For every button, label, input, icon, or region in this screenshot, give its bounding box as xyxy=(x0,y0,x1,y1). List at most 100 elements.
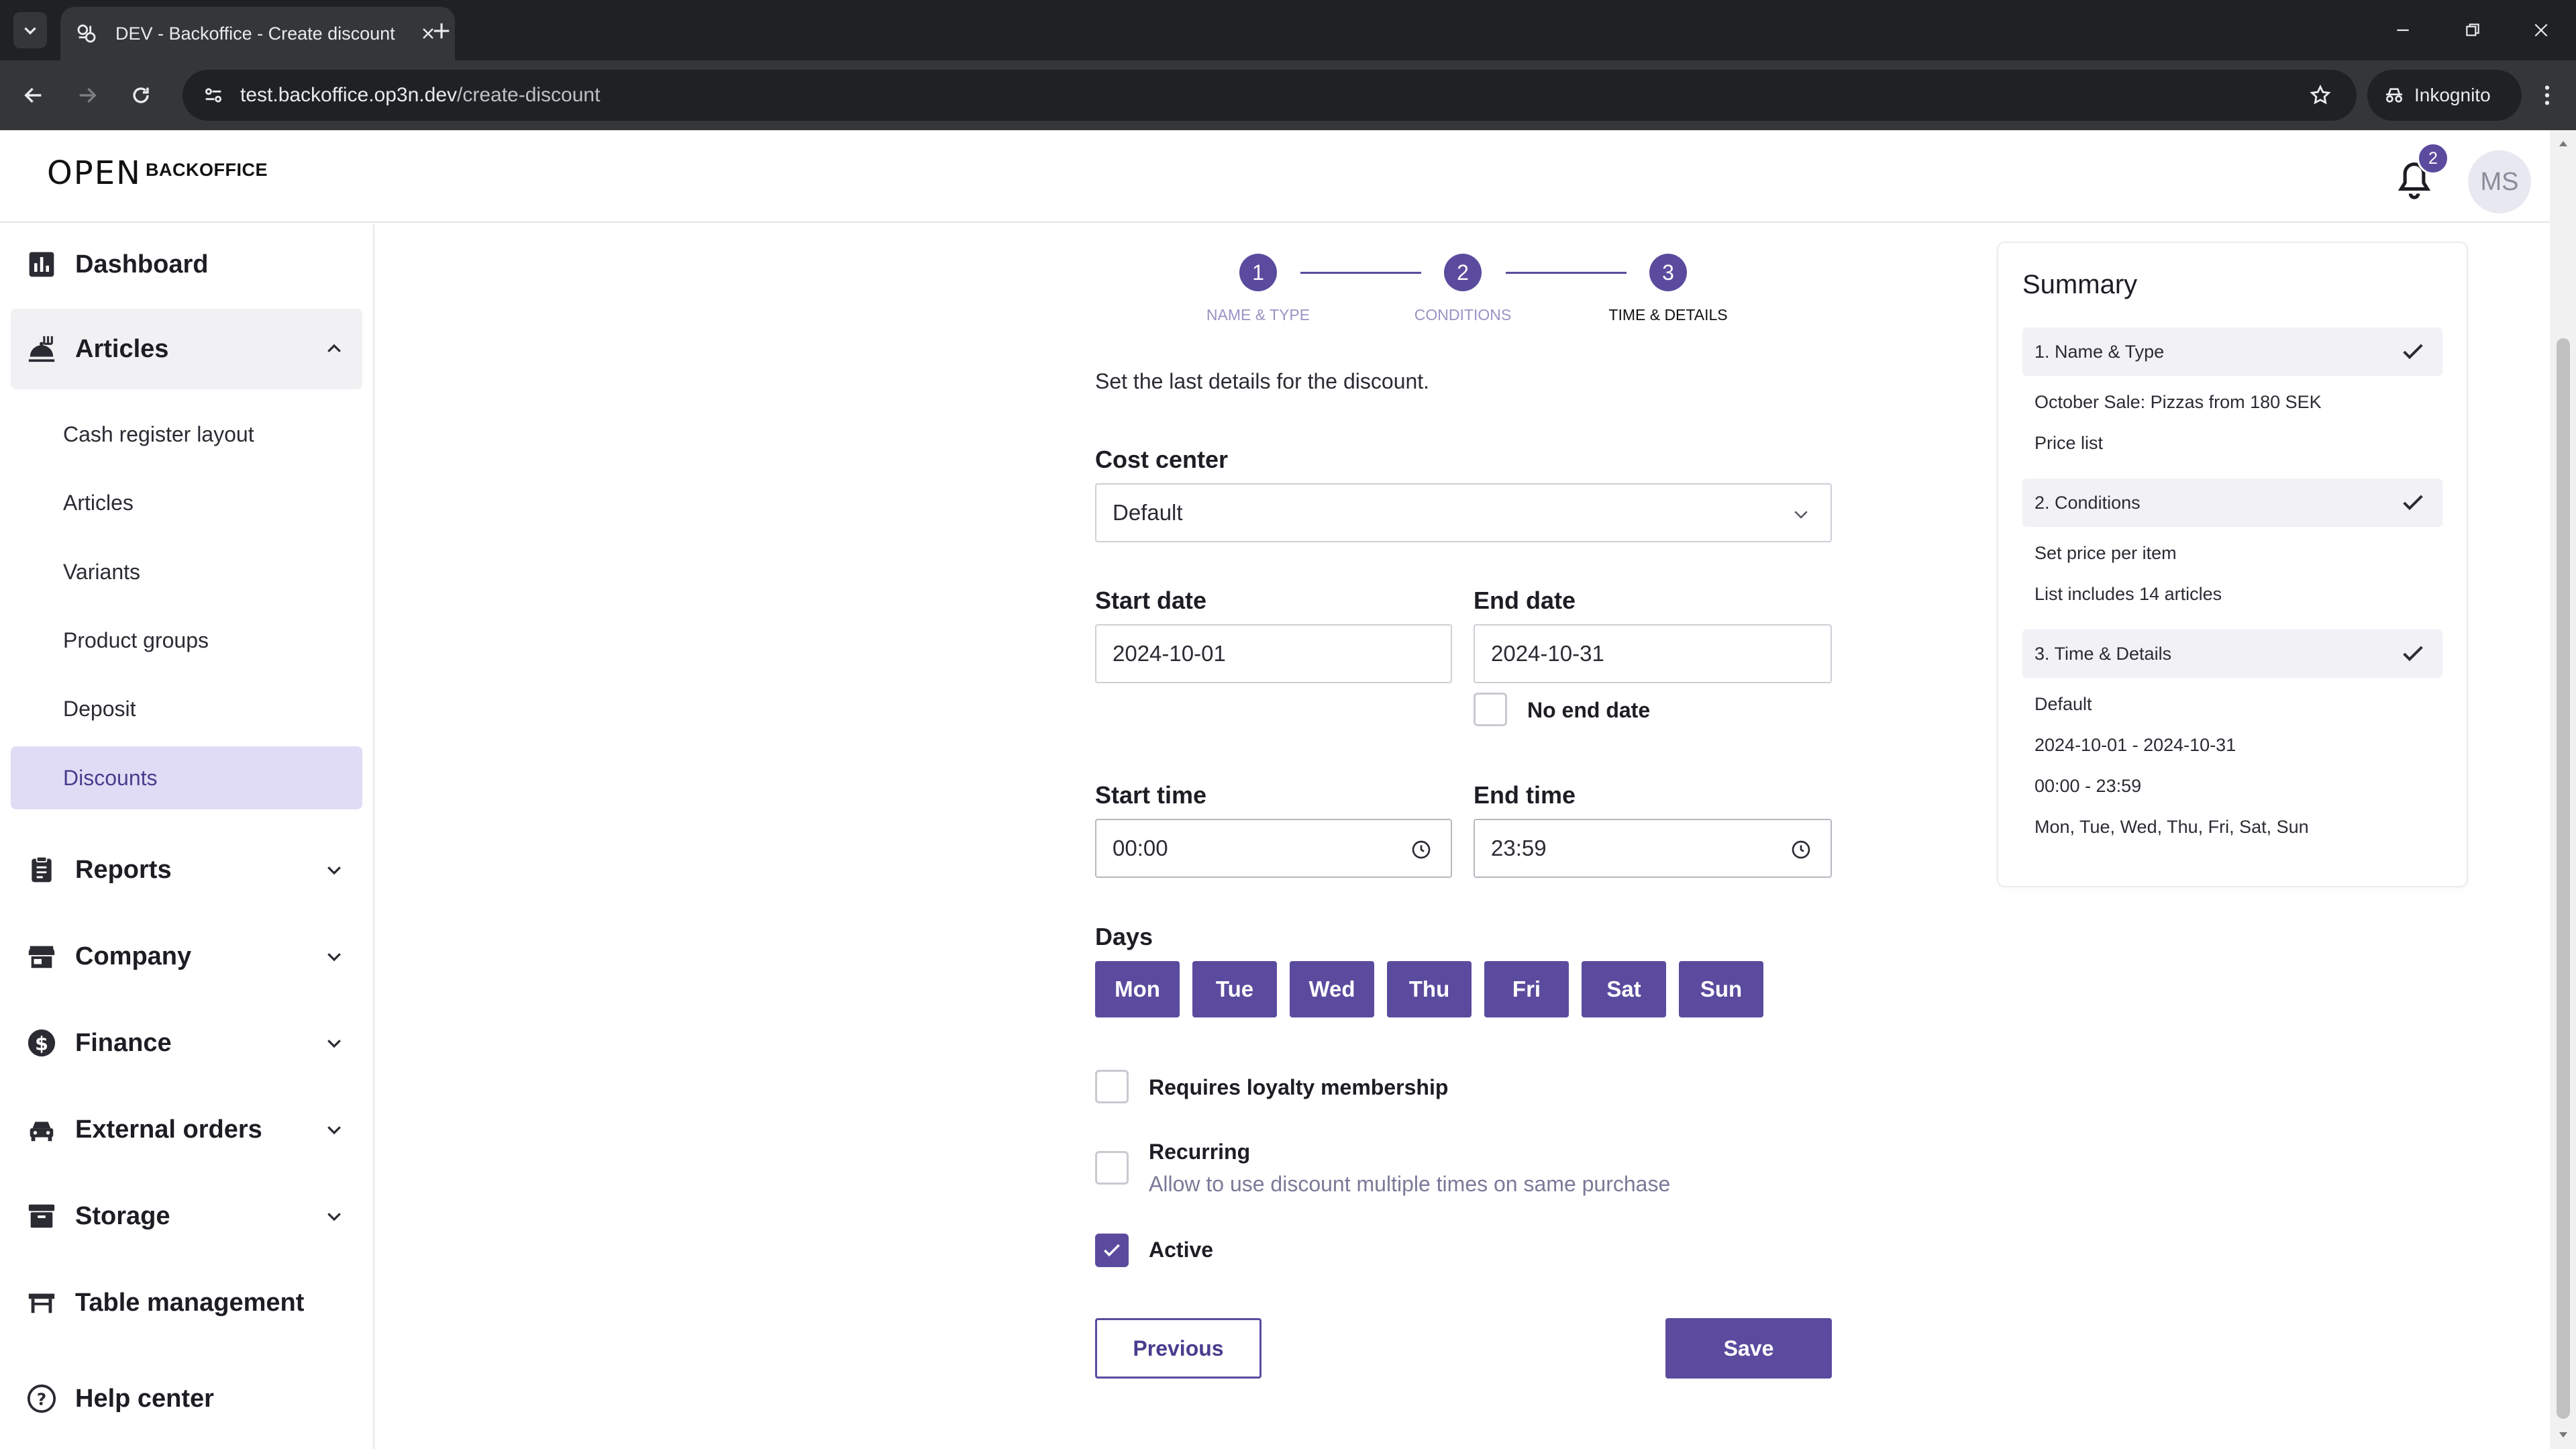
previous-button[interactable]: Previous xyxy=(1095,1318,1261,1379)
bookmark-star-icon[interactable] xyxy=(2303,78,2338,113)
sidebar-item-company[interactable]: Company xyxy=(11,916,362,997)
form-intro: Set the last details for the discount. xyxy=(1095,369,1430,393)
sidebar-item-label: Storage xyxy=(75,1201,170,1230)
chevron-up-icon xyxy=(321,336,348,362)
sidebar-subitem-deposit[interactable]: Deposit xyxy=(11,677,362,740)
table-furniture-icon xyxy=(25,1287,58,1319)
sidebar-subitem-discounts[interactable]: Discounts xyxy=(11,746,362,809)
end-date-value: 2024-10-31 xyxy=(1491,641,1604,666)
address-bar[interactable]: test.backoffice.op3n.dev/create-discount xyxy=(183,70,2357,121)
summary-section-heading: 3. Time & Details xyxy=(2034,643,2172,664)
recurring-checkbox[interactable] xyxy=(1095,1151,1129,1185)
notification-badge: 2 xyxy=(2417,142,2449,174)
site-info-icon[interactable] xyxy=(193,75,234,115)
sidebar-item-dashboard[interactable]: Dashboard xyxy=(11,224,362,305)
sidebar-item-external-orders[interactable]: External orders xyxy=(11,1089,362,1170)
incognito-badge[interactable]: Inkognito xyxy=(2367,70,2522,121)
sidebar-item-label: Company xyxy=(75,942,192,970)
start-date-label: Start date xyxy=(1095,587,1207,614)
new-tab-plus-icon[interactable] xyxy=(427,16,456,46)
reload-icon[interactable] xyxy=(123,78,158,113)
day-toggle-mon[interactable]: Mon xyxy=(1095,961,1180,1017)
browser-menu-icon[interactable] xyxy=(2530,78,2565,113)
save-button[interactable]: Save xyxy=(1665,1318,1832,1379)
sidebar-item-label: Table management xyxy=(75,1288,305,1317)
sidebar-item-reports[interactable]: Reports xyxy=(11,830,362,910)
avatar[interactable]: MS xyxy=(2468,150,2531,213)
start-date-value: 2024-10-01 xyxy=(1113,641,1226,666)
active-checkbox[interactable] xyxy=(1095,1234,1129,1267)
favicon-icon xyxy=(77,24,96,43)
step-1-label: NAME & TYPE xyxy=(1206,306,1310,323)
svg-text:$: $ xyxy=(35,1032,48,1055)
back-arrow-icon[interactable] xyxy=(16,78,51,113)
page-scrollbar[interactable] xyxy=(2550,130,2576,1449)
url-text: test.backoffice.op3n.dev/create-discount xyxy=(240,84,600,107)
sidebar-subitem-variants[interactable]: Variants xyxy=(11,540,362,603)
sidebar-item-table-management[interactable]: Table management xyxy=(11,1262,362,1343)
browser-tab-bar: DEV - Backoffice - Create discount xyxy=(0,0,2576,60)
archive-box-icon xyxy=(25,1200,58,1232)
step-1-circle[interactable]: 1 xyxy=(1239,254,1277,291)
start-time-label: Start time xyxy=(1095,781,1207,809)
logo[interactable]: OPEN BACKOFFICE xyxy=(47,157,268,189)
summary-line: Price list xyxy=(2034,433,2104,453)
chevron-down-icon xyxy=(321,1030,348,1056)
tab-search-button[interactable] xyxy=(13,12,47,48)
cost-center-select[interactable]: Default xyxy=(1095,483,1832,542)
restore-icon[interactable] xyxy=(2449,13,2496,47)
day-toggle-thu[interactable]: Thu xyxy=(1387,961,1472,1017)
end-date-input[interactable]: 2024-10-31 xyxy=(1474,624,1832,683)
step-2-label: CONDITIONS xyxy=(1414,306,1512,323)
incognito-icon xyxy=(2386,88,2402,103)
browser-tab-active[interactable]: DEV - Backoffice - Create discount xyxy=(60,7,455,60)
scroll-down-icon[interactable] xyxy=(2555,1427,2571,1443)
no-end-date-checkbox[interactable] xyxy=(1474,693,1507,726)
summary-section-conditions: 2. Conditions xyxy=(2022,479,2442,527)
sidebar-item-finance[interactable]: $ Finance xyxy=(11,1003,362,1083)
days-toggle-group: Mon Tue Wed Thu Fri Sat Sun xyxy=(1095,961,1763,1017)
days-label: Days xyxy=(1095,923,1153,950)
window-close-icon[interactable] xyxy=(2518,13,2565,47)
cost-center-label: Cost center xyxy=(1095,446,1229,473)
clock-icon[interactable] xyxy=(1789,838,1813,862)
day-toggle-sat[interactable]: Sat xyxy=(1582,961,1666,1017)
chevron-down-icon xyxy=(321,943,348,970)
svg-text:?: ? xyxy=(37,1390,46,1409)
sidebar-item-storage[interactable]: Storage xyxy=(11,1176,362,1256)
day-toggle-sun[interactable]: Sun xyxy=(1679,961,1763,1017)
sidebar-subitem-articles[interactable]: Articles xyxy=(11,471,362,534)
summary-line: October Sale: Pizzas from 180 SEK xyxy=(2034,392,2322,412)
day-toggle-fri[interactable]: Fri xyxy=(1484,961,1569,1017)
step-3-circle[interactable]: 3 xyxy=(1649,254,1687,291)
clock-icon[interactable] xyxy=(1409,838,1433,862)
scrollbar-thumb[interactable] xyxy=(2557,338,2570,1419)
summary-title: Summary xyxy=(2022,270,2138,299)
sidebar-item-label: Dashboard xyxy=(75,250,209,279)
start-date-input[interactable]: 2024-10-01 xyxy=(1095,624,1452,683)
checkmark-icon xyxy=(2403,344,2423,360)
day-toggle-wed[interactable]: Wed xyxy=(1290,961,1374,1017)
active-label: Active xyxy=(1149,1238,1214,1262)
loyalty-checkbox[interactable] xyxy=(1095,1070,1129,1103)
step-2-circle[interactable]: 2 xyxy=(1444,254,1482,291)
summary-section-heading: 1. Name & Type xyxy=(2034,341,2165,362)
sidebar-subitem-product-groups[interactable]: Product groups xyxy=(11,609,362,672)
minimize-icon[interactable] xyxy=(2379,13,2426,47)
checkmark-icon xyxy=(1104,1244,1120,1257)
sidebar-item-help-center[interactable]: ? Help center xyxy=(11,1358,362,1439)
sidebar-subitem-cash-register-layout[interactable]: Cash register layout xyxy=(11,403,362,466)
summary-line: 2024-10-01 - 2024-10-31 xyxy=(2034,735,2236,755)
chevron-down-icon xyxy=(321,1116,348,1143)
scroll-up-icon[interactable] xyxy=(2555,136,2571,152)
sidebar-item-label: Articles xyxy=(75,334,169,363)
checkmark-icon xyxy=(2403,646,2423,662)
day-toggle-tue[interactable]: Tue xyxy=(1192,961,1277,1017)
car-icon xyxy=(25,1113,58,1146)
sidebar-item-articles[interactable]: Articles xyxy=(11,309,362,389)
start-time-input[interactable]: 00:00 xyxy=(1095,819,1452,878)
incognito-label: Inkognito xyxy=(2414,85,2491,105)
end-time-input[interactable]: 23:59 xyxy=(1474,819,1832,878)
logo-backoffice-text: BACKOFFICE xyxy=(145,160,268,180)
forward-arrow-icon[interactable] xyxy=(70,78,105,113)
